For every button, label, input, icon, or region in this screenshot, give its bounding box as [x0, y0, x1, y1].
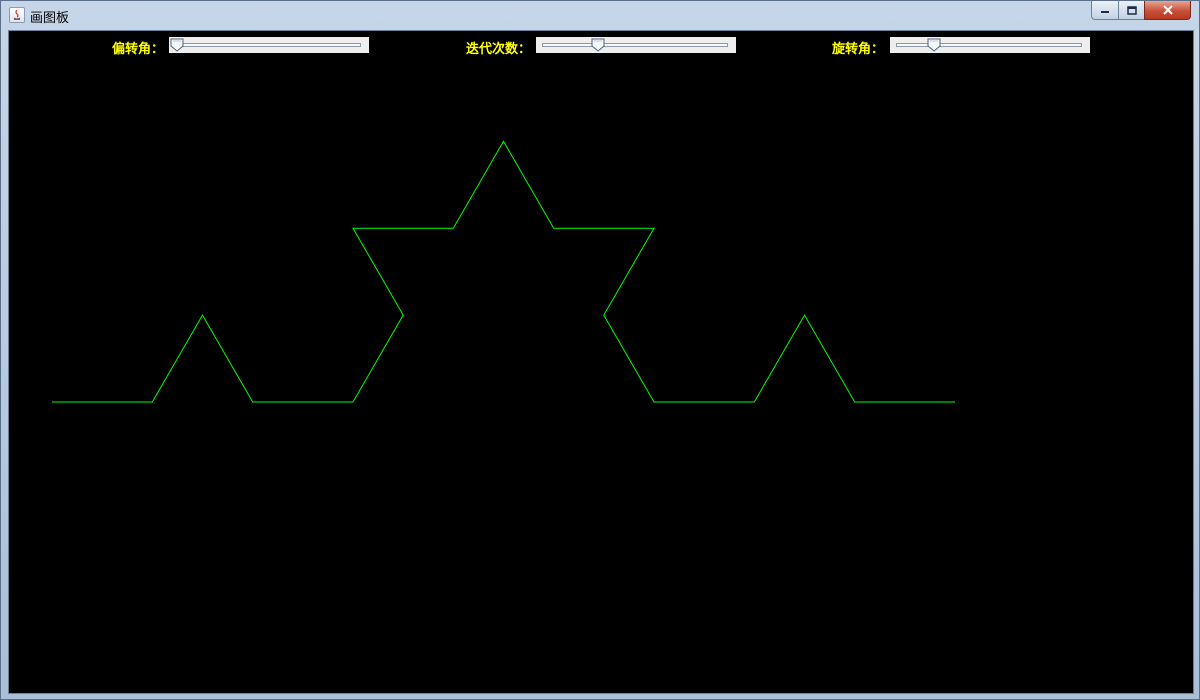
fractal-canvas	[52, 140, 955, 403]
maximize-icon	[1126, 5, 1137, 15]
koch-curve	[52, 140, 955, 403]
iterations-label: 迭代次数：	[466, 42, 532, 57]
maximize-button[interactable]	[1118, 1, 1145, 20]
slider-track	[175, 43, 361, 47]
slider-thumb[interactable]	[170, 38, 184, 52]
title-bar[interactable]: 画图板	[1, 1, 1199, 29]
deflection-angle-label: 偏转角：	[112, 42, 165, 57]
close-icon	[1162, 5, 1173, 15]
slider-thumb[interactable]	[591, 38, 605, 52]
slider-track	[542, 43, 728, 47]
drawing-panel[interactable]: 偏转角： 迭代次数： 旋转角：	[8, 30, 1194, 694]
slider-track	[896, 43, 1082, 47]
minimize-icon	[1101, 11, 1109, 13]
window-title: 画图板	[30, 11, 70, 26]
minimize-button[interactable]	[1091, 1, 1119, 20]
java-app-icon[interactable]	[9, 7, 25, 23]
close-button[interactable]	[1144, 1, 1191, 20]
rotation-angle-slider[interactable]	[890, 37, 1090, 53]
slider-thumb[interactable]	[927, 38, 941, 52]
app-window: 画图板 偏转角： 迭代次数： 旋转角：	[0, 0, 1200, 700]
deflection-angle-slider[interactable]	[169, 37, 369, 53]
iterations-slider[interactable]	[536, 37, 736, 53]
rotation-angle-label: 旋转角：	[832, 42, 885, 57]
